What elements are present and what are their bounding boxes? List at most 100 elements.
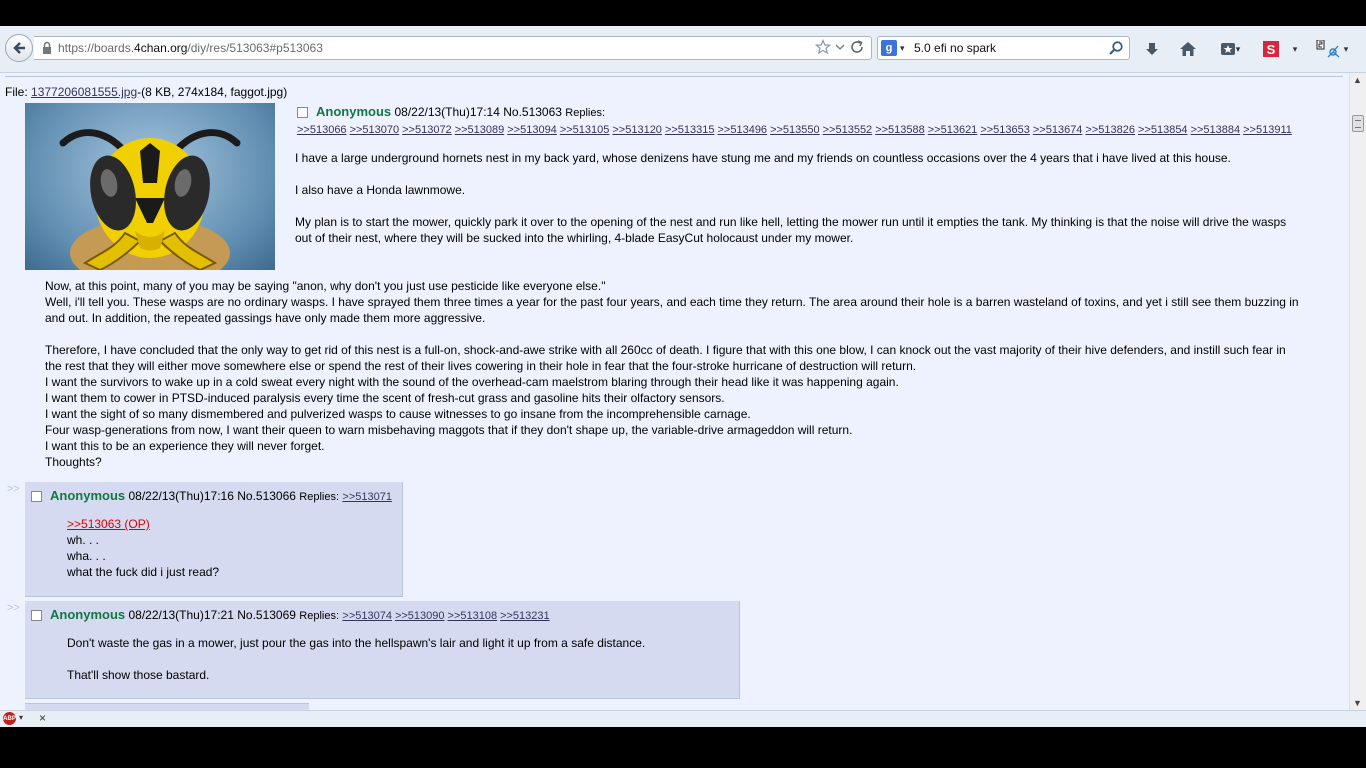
op-paragraph: I have a large underground hornets nest … [295, 151, 1231, 165]
close-addon-bar-button[interactable]: × [39, 711, 46, 725]
backlink[interactable]: >>513826 [1085, 124, 1135, 136]
backlink[interactable]: >>513090 [395, 610, 445, 622]
reply-line: wh. . . [67, 533, 100, 547]
lock-icon [43, 41, 51, 54]
home-icon [1180, 42, 1196, 56]
op-post-number[interactable]: No.513063 [503, 105, 562, 119]
chevron-down-icon: ▾ [900, 42, 905, 53]
file-label: File: [5, 85, 32, 99]
reload-icon[interactable] [849, 39, 865, 55]
op-thumbnail-image[interactable] [25, 103, 275, 270]
op-paragraph: Therefore, I have concluded that the onl… [45, 342, 1305, 470]
op-line: I want this to be an experience they wil… [45, 439, 325, 453]
reply-replies-label: Replies: [299, 491, 340, 503]
backlink[interactable]: >>513911 [1243, 124, 1292, 136]
backlink[interactable]: >>513552 [823, 124, 873, 136]
back-button[interactable] [5, 34, 33, 62]
op-post-body: I have a large underground hornets nest … [295, 150, 1295, 262]
reply-paragraph: That'll show those bastard. [67, 668, 210, 682]
vertical-scrollbar[interactable]: ▲ ▼ [1349, 73, 1366, 710]
backlink[interactable]: >>513884 [1191, 124, 1241, 136]
chevron-down-icon: ▾ [1343, 43, 1349, 54]
op-paragraph: My plan is to start the mower, quickly p… [295, 215, 1287, 245]
reply-checkbox[interactable] [31, 610, 42, 622]
backlink[interactable]: >>513120 [612, 124, 662, 136]
backlink[interactable]: >>513072 [402, 124, 452, 136]
reply-post-number[interactable]: No.513066 [237, 489, 296, 503]
backlink[interactable]: >>513653 [980, 124, 1030, 136]
addon-dropdown[interactable]: ▾ [1288, 38, 1302, 60]
file-info: File: 1377206081555.jpg-(8 KB, 274x184, … [5, 85, 287, 99]
chevron-down-icon: ▾ [1235, 43, 1241, 54]
downloads-button[interactable] [1141, 38, 1163, 60]
url-dropdown-icon[interactable] [835, 39, 845, 55]
stumbleupon-button[interactable]: S [1260, 38, 1282, 60]
op-replies-label: Replies: [565, 107, 606, 119]
backlink[interactable]: >>513550 [770, 124, 820, 136]
file-link[interactable]: 1377206081555.jpg [31, 85, 137, 99]
backlink[interactable]: >>513089 [455, 124, 505, 136]
reply-header: Anonymous 08/22/13(Thu)17:16 No.513066 R… [31, 488, 395, 505]
op-line: Therefore, I have concluded that the onl… [45, 343, 1286, 373]
url-bar[interactable]: https://boards.4chan.org/diy/res/513063#… [34, 36, 872, 60]
reply-post: Anonymous 08/22/13(Thu)17:21 No.513069 R… [25, 601, 740, 699]
back-arrow-icon [13, 42, 25, 54]
chevron-down-icon[interactable]: ▾ [19, 713, 23, 722]
op-paragraph: Now, at this point, many of you may be s… [45, 278, 1305, 326]
backlink[interactable]: >>513496 [718, 124, 768, 136]
next-reply-partial [25, 703, 309, 710]
reply-checkbox[interactable] [31, 491, 42, 503]
bookmarks-icon [1220, 43, 1235, 55]
url-controls [815, 39, 865, 55]
bookmark-star-icon[interactable] [815, 39, 831, 55]
backlink[interactable]: >>513094 [507, 124, 557, 136]
backlink[interactable]: >>513074 [342, 610, 392, 622]
file-meta: -(8 KB, 274x184, faggot.jpg) [137, 85, 288, 99]
reply-replies-label: Replies: [299, 610, 340, 622]
op-quote-link[interactable]: >>513063 (OP) [67, 516, 219, 532]
backlink[interactable]: >>513588 [875, 124, 925, 136]
search-engine-selector[interactable]: g ▾ [881, 40, 905, 56]
reply-post-number[interactable]: No.513069 [237, 608, 296, 622]
adblock-plus-icon[interactable]: ABP [3, 712, 16, 725]
op-checkbox[interactable] [297, 107, 308, 119]
reply-datetime: 08/22/13(Thu)17:21 [128, 608, 234, 622]
op-datetime: 08/22/13(Thu)17:14 [394, 105, 500, 119]
search-bar[interactable]: g ▾ 5.0 efi no spark [877, 36, 1130, 60]
backlink[interactable]: >>513071 [342, 491, 392, 503]
wasp-image [59, 129, 241, 270]
op-line: Now, at this point, many of you may be s… [45, 279, 606, 293]
chevron-down-icon: ▾ [1292, 43, 1298, 54]
stumbleupon-icon: S [1263, 41, 1279, 57]
reply-arrow: >> [7, 483, 20, 495]
scroll-down-arrow-icon[interactable]: ▼ [1353, 698, 1362, 708]
url-text: https://boards.4chan.org/diy/res/513063#… [58, 41, 323, 55]
search-icon[interactable] [1108, 40, 1124, 56]
op-line: I want the survivors to wake up in a col… [45, 375, 899, 389]
backlink[interactable]: >>513231 [500, 610, 550, 622]
reply-post: Anonymous 08/22/13(Thu)17:16 No.513066 R… [25, 482, 403, 597]
scrollbar-thumb[interactable] [1352, 115, 1364, 132]
reply-line: what the fuck did i just read? [67, 565, 220, 579]
url-domain: 4chan.org [134, 41, 188, 55]
op-post-body-continued: Now, at this point, many of you may be s… [45, 278, 1305, 486]
backlink[interactable]: >>513315 [665, 124, 715, 136]
bookmarks-menu-button[interactable]: ▾ [1213, 38, 1247, 60]
backlink[interactable]: >>513674 [1033, 124, 1083, 136]
reply-body: Don't waste the gas in a mower, just pou… [67, 635, 645, 699]
search-input[interactable]: 5.0 efi no spark [914, 41, 996, 55]
backlink[interactable]: >>513105 [560, 124, 610, 136]
op-line: Four wasp-generations from now, I want t… [45, 423, 853, 437]
home-button[interactable] [1177, 38, 1199, 60]
backlink[interactable]: >>513066 [297, 124, 347, 136]
scroll-up-arrow-icon[interactable]: ▲ [1353, 75, 1362, 85]
backlink[interactable]: >>513108 [448, 610, 498, 622]
backlink[interactable]: >>513070 [350, 124, 400, 136]
backlink[interactable]: >>513621 [928, 124, 978, 136]
op-replies-list: >>513066 >>513070 >>513072 >>513089 >>513094… [297, 122, 1295, 136]
navigation-toolbar: https://boards.4chan.org/diy/res/513063#… [0, 26, 1366, 73]
backlink[interactable]: >>513854 [1138, 124, 1188, 136]
divider [5, 76, 1343, 77]
extension-button[interactable]: ▾ [1310, 38, 1354, 60]
op-line: I want the sight of so many dismembered … [45, 407, 751, 421]
